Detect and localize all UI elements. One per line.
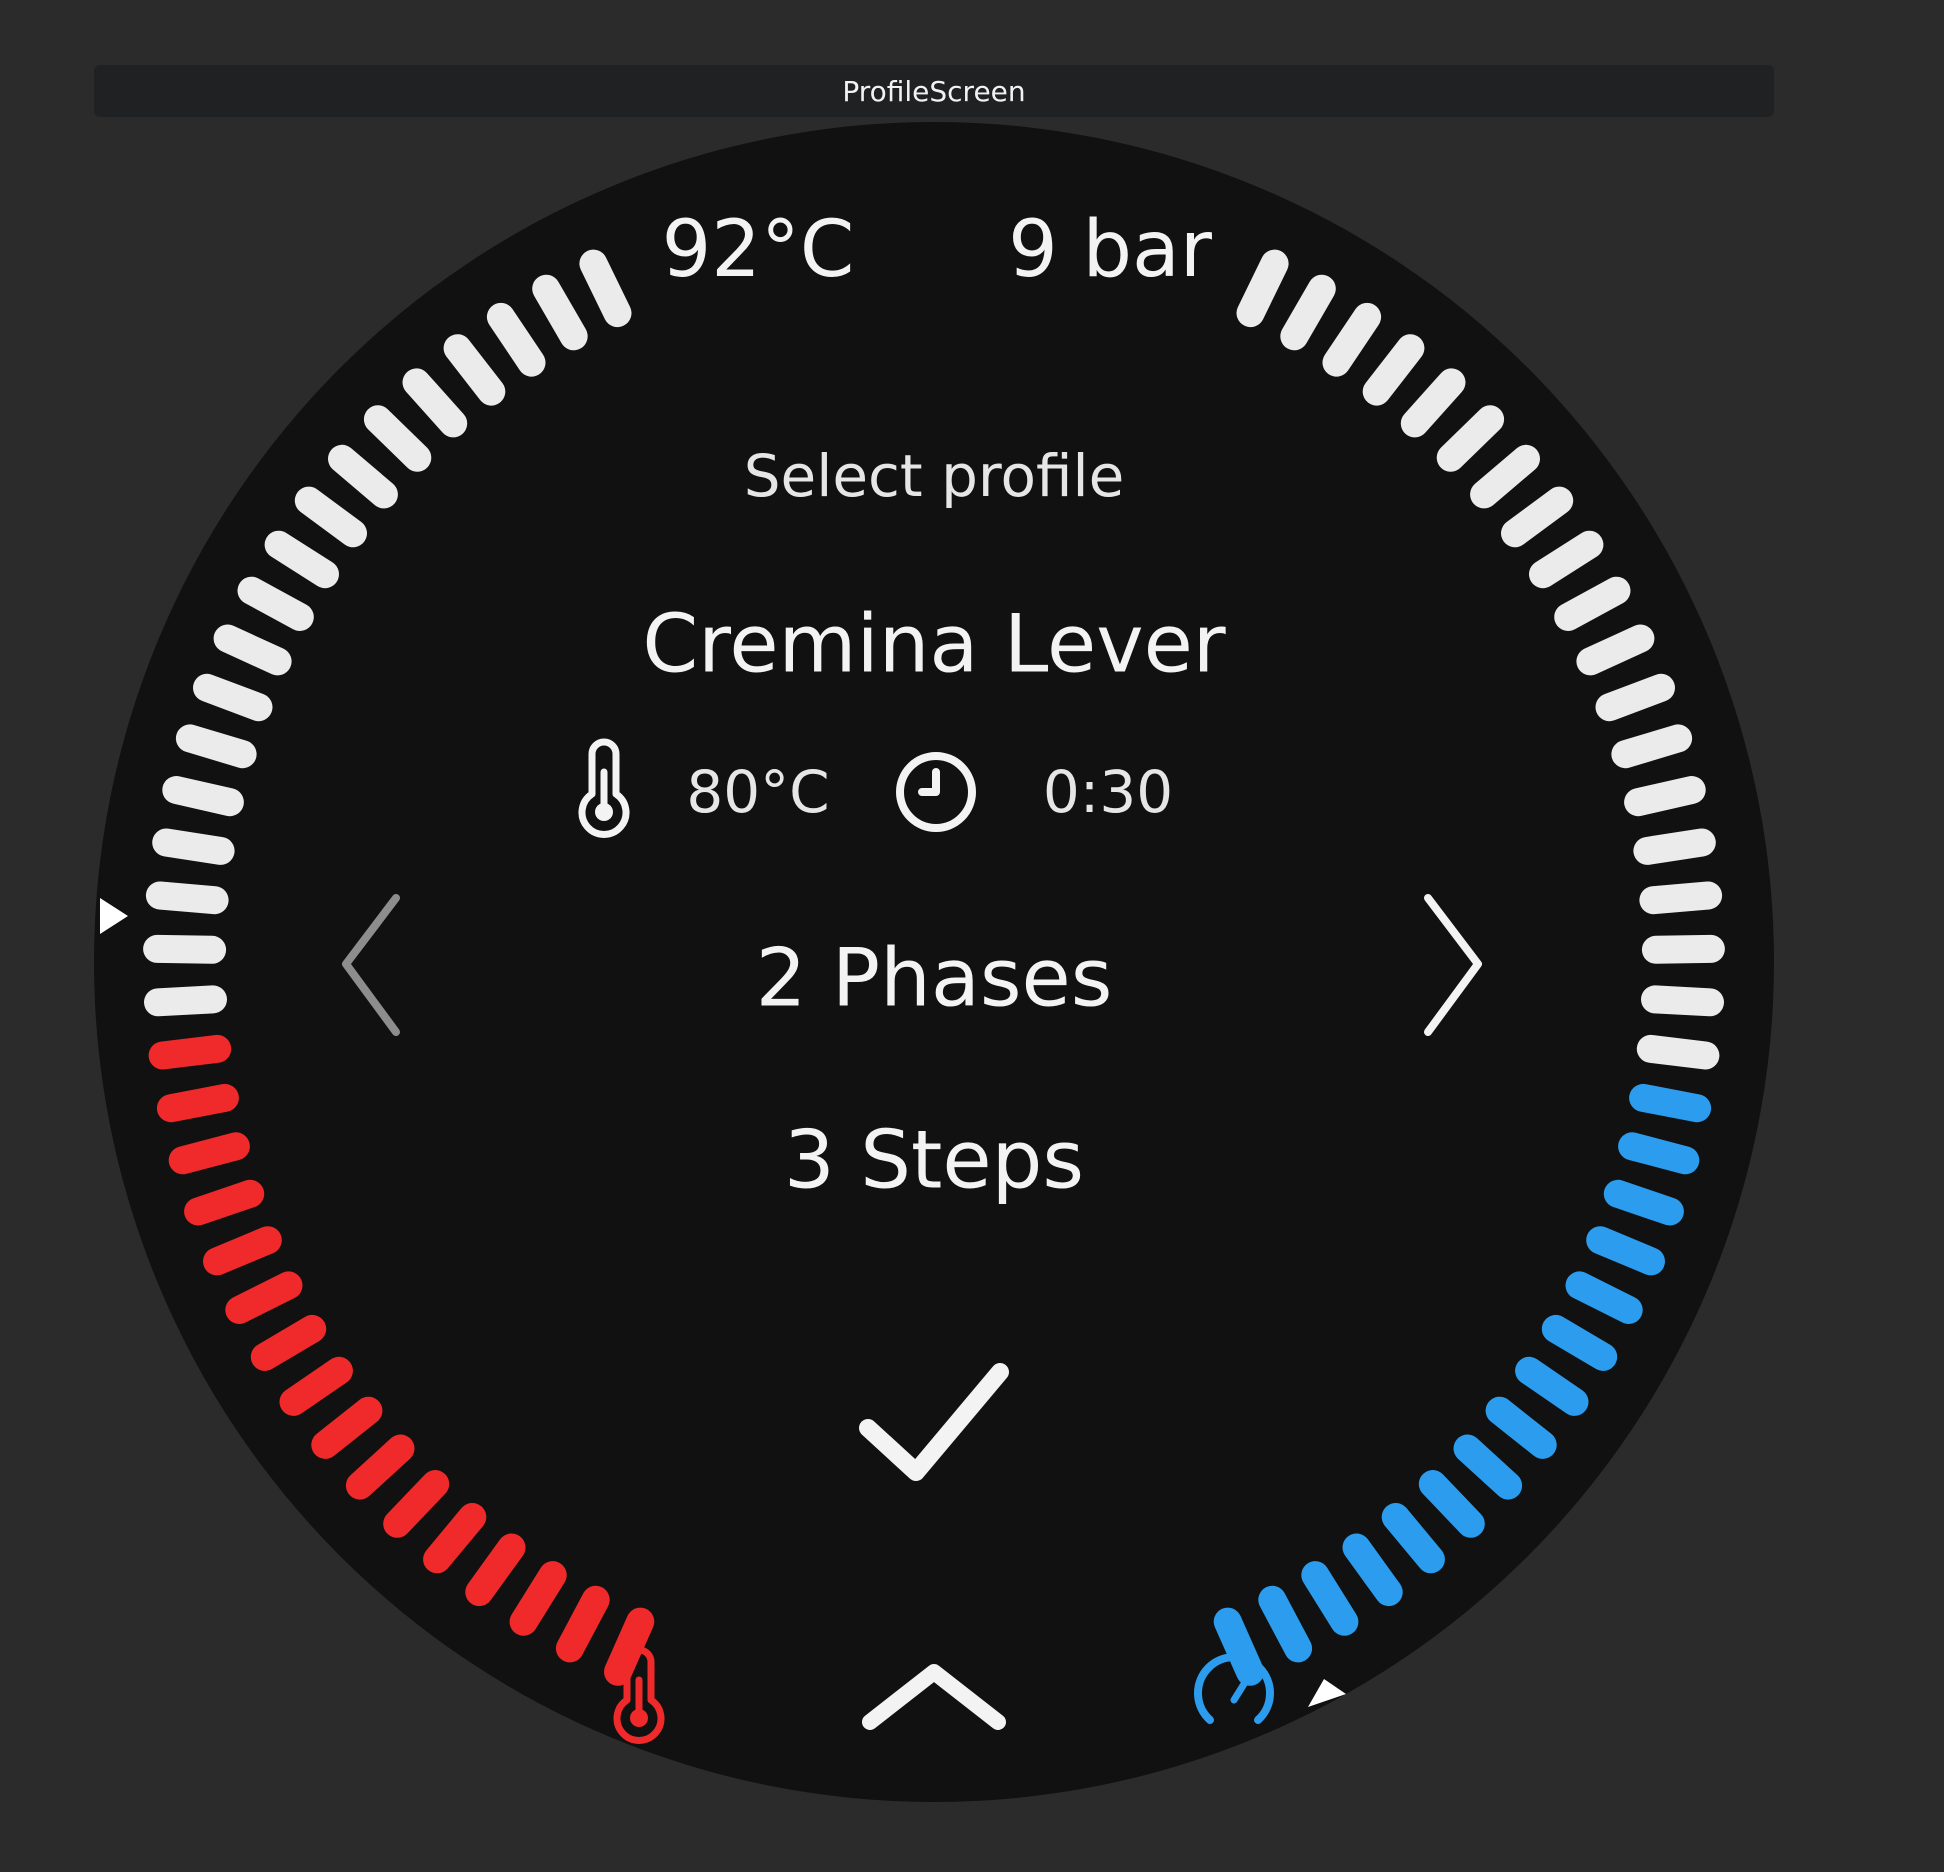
screen-heading: Select profile [743,442,1125,510]
pressure-gauge-tick [1618,1132,1700,1175]
pressure-gauge-tick [1641,985,1724,1017]
pressure-gauge-tick [1629,1083,1712,1123]
pressure-gauge-tick [1611,724,1693,769]
profile-dial: 92°C 9 bar Select profile Cremina Lever … [94,122,1774,1802]
temperature-gauge-tick [148,1034,232,1070]
profile-steps: 3 Steps [783,1113,1085,1207]
pressure-gauge-tick [1639,881,1723,915]
temperature-gauge-tick [193,673,273,722]
temperature-gauge-tick [184,1179,265,1226]
temperature-gauge-tick [203,1226,282,1276]
temperature-gauge-tick [162,776,244,817]
window-title: ProfileScreen [842,74,1026,108]
temperature-gauge-tick [152,828,235,865]
temperature-gauge-tick [143,934,227,964]
pressure-gauge-tick [1641,934,1725,964]
temperature-gauge-tick [145,881,229,915]
pressure-gauge-tick [1603,1179,1684,1226]
current-pressure: 9 bar [1008,205,1212,295]
pressure-gauge-tick [1633,828,1716,865]
profile-phases: 2 Phases [755,931,1113,1025]
profile-temperature: 80°C [686,758,830,826]
window-title-bar: ProfileScreen [94,65,1774,117]
pressure-gauge-tick [1636,1034,1720,1070]
temperature-gauge-tick [175,724,257,769]
profile-duration: 0:30 [1042,758,1174,826]
current-temperature: 92°C [661,205,855,295]
temperature-gauge-tick [156,1083,239,1123]
pressure-gauge-tick [1586,1226,1665,1276]
pressure-gauge-tick [1624,776,1706,817]
profile-name: Cremina Lever [642,597,1226,691]
temperature-gauge-tick [144,985,227,1017]
pressure-gauge-tick [1595,673,1675,722]
temperature-gauge-tick [168,1132,250,1175]
